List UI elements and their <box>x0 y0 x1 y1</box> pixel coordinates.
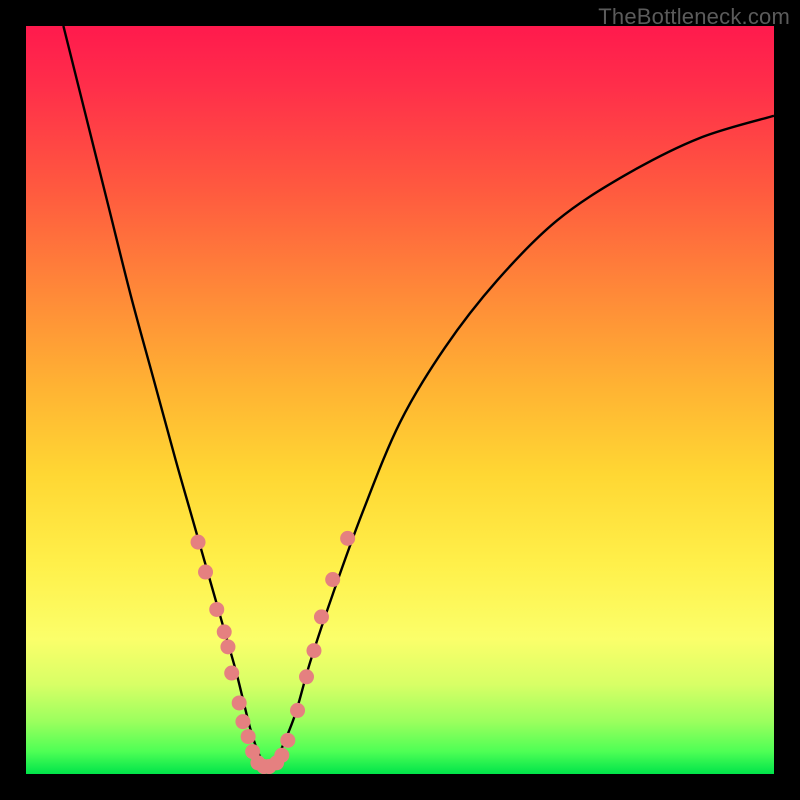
marker-dot <box>217 624 232 639</box>
marker-dot <box>306 643 321 658</box>
watermark-text: TheBottleneck.com <box>598 4 790 30</box>
marker-dot <box>274 748 289 763</box>
curve-path <box>63 26 774 768</box>
marker-dot <box>325 572 340 587</box>
marker-dot <box>241 729 256 744</box>
marker-dot <box>314 609 329 624</box>
marker-dot <box>235 714 250 729</box>
marker-dot <box>340 531 355 546</box>
marker-dot <box>290 703 305 718</box>
plot-area <box>26 26 774 774</box>
marker-dot <box>280 733 295 748</box>
marker-dot <box>224 666 239 681</box>
bottleneck-curve <box>63 26 774 768</box>
highlight-markers <box>191 531 356 774</box>
marker-dot <box>209 602 224 617</box>
curve-layer <box>26 26 774 774</box>
marker-dot <box>198 565 213 580</box>
chart-frame: TheBottleneck.com <box>0 0 800 800</box>
marker-dot <box>299 669 314 684</box>
marker-dot <box>220 639 235 654</box>
marker-dot <box>232 695 247 710</box>
marker-dot <box>191 535 206 550</box>
